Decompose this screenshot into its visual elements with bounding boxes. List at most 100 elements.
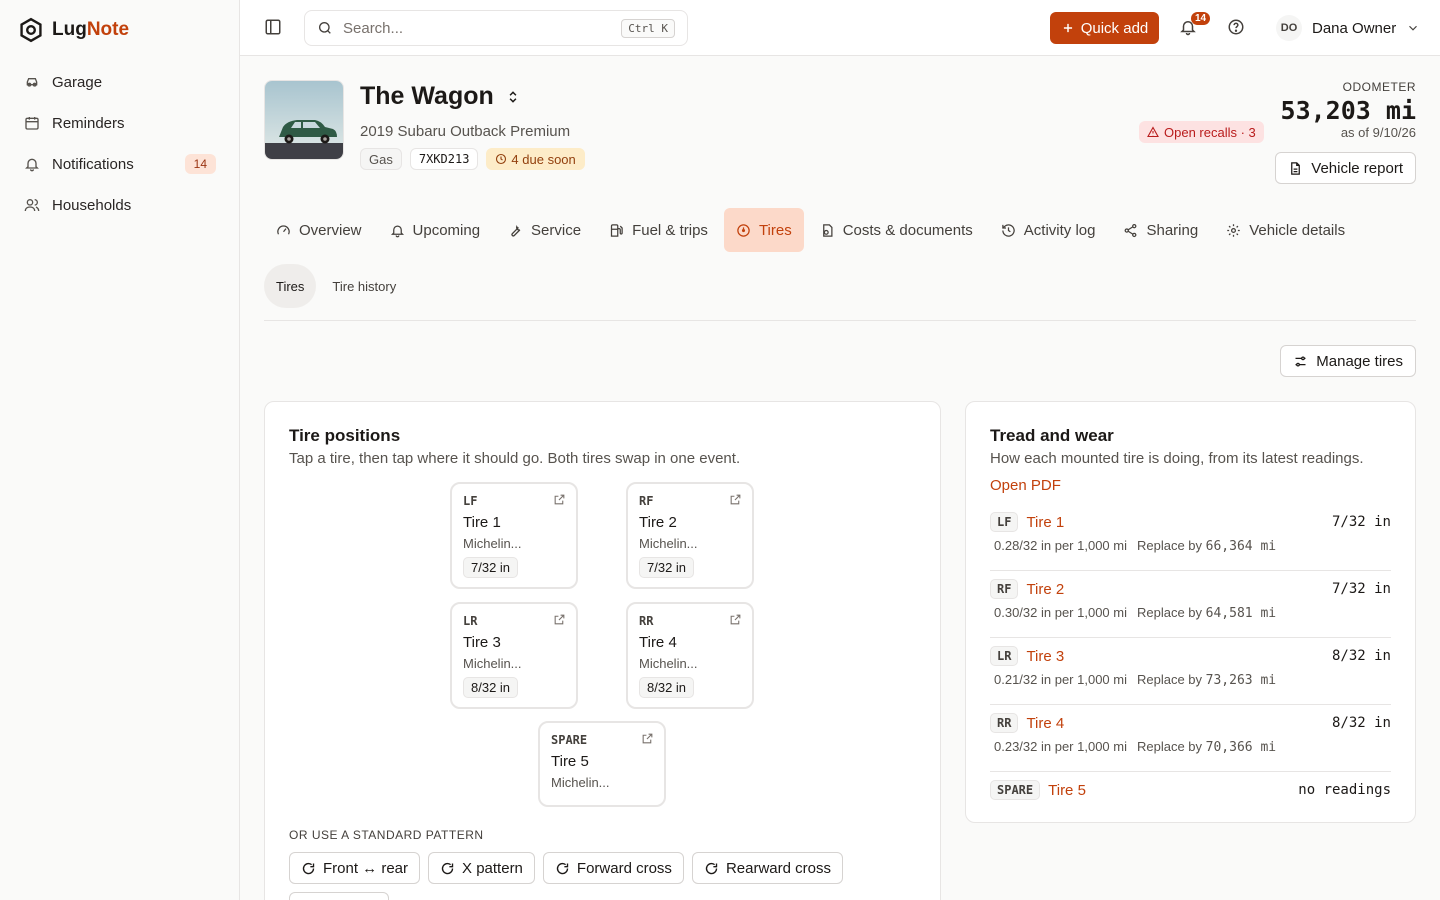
- tab-activity-log[interactable]: Activity log: [989, 208, 1108, 252]
- list-item: LR Tire 3 8/32 in 0.21/32 in per 1,000 m…: [990, 638, 1391, 705]
- odometer: ODOMETER 53,203 mi as of 9/10/26: [1281, 80, 1416, 140]
- tab-upcoming[interactable]: Upcoming: [378, 208, 493, 252]
- vehicle-model: 2019 Subaru Outback Premium: [360, 123, 571, 140]
- tab-overview[interactable]: Overview: [264, 208, 374, 252]
- vehicle-name: The Wagon: [360, 82, 494, 110]
- pattern-x-button[interactable]: X pattern: [428, 852, 535, 884]
- tire-tread-badge: 8/32 in: [463, 677, 519, 698]
- app-logo[interactable]: LugNote: [18, 17, 129, 43]
- list-item: RF Tire 2 7/32 in 0.30/32 in per 1,000 m…: [990, 571, 1391, 638]
- external-link-icon[interactable]: [553, 493, 566, 506]
- tire-link[interactable]: Tire 3: [1026, 648, 1324, 665]
- tire-position-label: RR: [639, 614, 654, 628]
- pattern-more-button[interactable]: [289, 892, 389, 900]
- history-icon: [1002, 223, 1015, 237]
- main-content: The Wagon 2019 Subaru Outback Premium Ga…: [240, 56, 1440, 900]
- tab-sharing[interactable]: Sharing: [1111, 208, 1210, 252]
- sidebar-item-reminders[interactable]: Reminders: [12, 107, 228, 139]
- rotate-icon: [705, 862, 718, 874]
- app-name-part2: Note: [86, 19, 130, 40]
- tire-slot-spare[interactable]: SPARE Tire 5 Michelin...: [538, 721, 666, 807]
- pattern-section-label: OR USE A STANDARD PATTERN: [289, 828, 484, 842]
- tire-slot-rr[interactable]: RR Tire 4 Michelin... 8/32 in: [626, 602, 754, 709]
- tire-link[interactable]: Tire 5: [1048, 782, 1290, 799]
- sidebar-item-label: Garage: [52, 73, 103, 91]
- replace-mileage: 66,364 mi: [1205, 539, 1277, 554]
- topbar: Search... Ctrl K Quick add 14 DO Dana Ow…: [240, 0, 1440, 56]
- vehicle-switcher[interactable]: The Wagon: [360, 82, 520, 111]
- help-button[interactable]: [1227, 18, 1245, 36]
- tire-link[interactable]: Tire 1: [1026, 514, 1324, 531]
- tire-slot-lf[interactable]: LF Tire 1 Michelin... 7/32 in: [450, 482, 578, 589]
- replace-mileage: 64,581 mi: [1205, 606, 1277, 621]
- sidebar-toggle-button[interactable]: [264, 18, 282, 36]
- pattern-forward-cross-button[interactable]: Forward cross: [542, 852, 684, 884]
- tab-tires[interactable]: Tires: [723, 208, 804, 252]
- manage-tires-label: Manage tires: [1316, 352, 1403, 370]
- tire-link[interactable]: Tire 2: [1026, 581, 1324, 598]
- sidebar-item-garage[interactable]: Garage: [12, 66, 228, 98]
- pattern-rearward-cross-button[interactable]: Rearward cross: [691, 852, 843, 884]
- tire-brand: Michelin...: [639, 656, 698, 671]
- tab-label: Sharing: [1146, 221, 1199, 239]
- vehicle-photo: [264, 80, 344, 160]
- sidebar-item-households[interactable]: Households: [12, 189, 228, 221]
- tire-position-label: RF: [639, 494, 654, 508]
- tread-wear-card: Tread and wear How each mounted tire is …: [965, 401, 1416, 823]
- external-link-icon[interactable]: [729, 493, 742, 506]
- tire-position-badge: RF: [990, 579, 1019, 599]
- fuel-chip: Gas: [360, 148, 402, 170]
- receipt-icon: [822, 223, 833, 237]
- clock-icon: [496, 153, 507, 165]
- tread-value: 8/32 in: [1331, 648, 1391, 664]
- tab-service[interactable]: Service: [496, 208, 593, 252]
- external-link-icon[interactable]: [729, 613, 742, 626]
- open-pdf-link[interactable]: Open PDF: [990, 477, 1061, 494]
- tire-brand: Michelin...: [463, 656, 522, 671]
- list-item: LF Tire 1 7/32 in 0.28/32 in per 1,000 m…: [990, 504, 1391, 571]
- open-recalls-badge[interactable]: Open recalls · 3: [1139, 121, 1264, 143]
- tire-name: Tire 1: [463, 514, 501, 531]
- wear-rate: 0.21/32 in per 1,000 mi: [994, 672, 1127, 687]
- divider: [264, 320, 1416, 321]
- pattern-front-rear-button[interactable]: Front ↔ rear: [289, 852, 421, 884]
- subtab-tires[interactable]: Tires: [264, 264, 317, 308]
- user-menu[interactable]: DO Dana Owner: [1276, 12, 1420, 44]
- odometer-label: ODOMETER: [1342, 80, 1416, 94]
- tab-costs-documents[interactable]: Costs & documents: [808, 208, 985, 252]
- vehicle-report-button[interactable]: Vehicle report: [1275, 152, 1416, 184]
- sidebar-item-notifications[interactable]: Notifications 14: [12, 148, 228, 180]
- search-input[interactable]: Search... Ctrl K: [304, 10, 688, 46]
- notifications-button[interactable]: 14: [1179, 12, 1211, 36]
- tire-positions-description: Tap a tire, then tap where it should go.…: [289, 450, 741, 467]
- manage-tires-button[interactable]: Manage tires: [1280, 345, 1416, 377]
- tire-brand: Michelin...: [463, 536, 522, 551]
- recalls-label: Open recalls · 3: [1164, 124, 1256, 140]
- vehicle-report-label: Vehicle report: [1311, 159, 1403, 177]
- app-name-part1: Lug: [52, 19, 87, 40]
- tire-slot-rf[interactable]: RF Tire 2 Michelin... 7/32 in: [626, 482, 754, 589]
- wrench-icon: [511, 224, 521, 236]
- sidebar-nav: Garage Reminders Notifications 14 Househ…: [12, 66, 228, 230]
- chevrons-up-down-icon: [509, 90, 517, 103]
- tire-position-badge: RR: [990, 713, 1019, 733]
- tab-label: Costs & documents: [842, 221, 973, 239]
- calendar-icon: [25, 117, 39, 130]
- gear-icon: [1227, 223, 1240, 237]
- due-soon-chip[interactable]: 4 due soon: [486, 148, 585, 170]
- external-link-icon[interactable]: [641, 732, 654, 745]
- replace-label: Replace by: [1136, 672, 1203, 687]
- quick-add-label: Quick add: [1080, 19, 1149, 37]
- external-link-icon[interactable]: [553, 613, 566, 626]
- sliders-icon: [1295, 356, 1306, 366]
- tire-name: Tire 3: [463, 634, 501, 651]
- tire-slot-lr[interactable]: LR Tire 3 Michelin... 8/32 in: [450, 602, 578, 709]
- subtab-tire-history[interactable]: Tire history: [320, 264, 408, 308]
- tire-position-label: LR: [463, 614, 478, 628]
- tab-vehicle-details[interactable]: Vehicle details: [1214, 208, 1357, 252]
- tab-fuel-trips[interactable]: Fuel & trips: [597, 208, 720, 252]
- tire-position-badge: LF: [990, 512, 1019, 532]
- quick-add-button[interactable]: Quick add: [1050, 12, 1159, 44]
- tire-link[interactable]: Tire 4: [1026, 715, 1324, 732]
- file-text-icon: [1291, 161, 1301, 175]
